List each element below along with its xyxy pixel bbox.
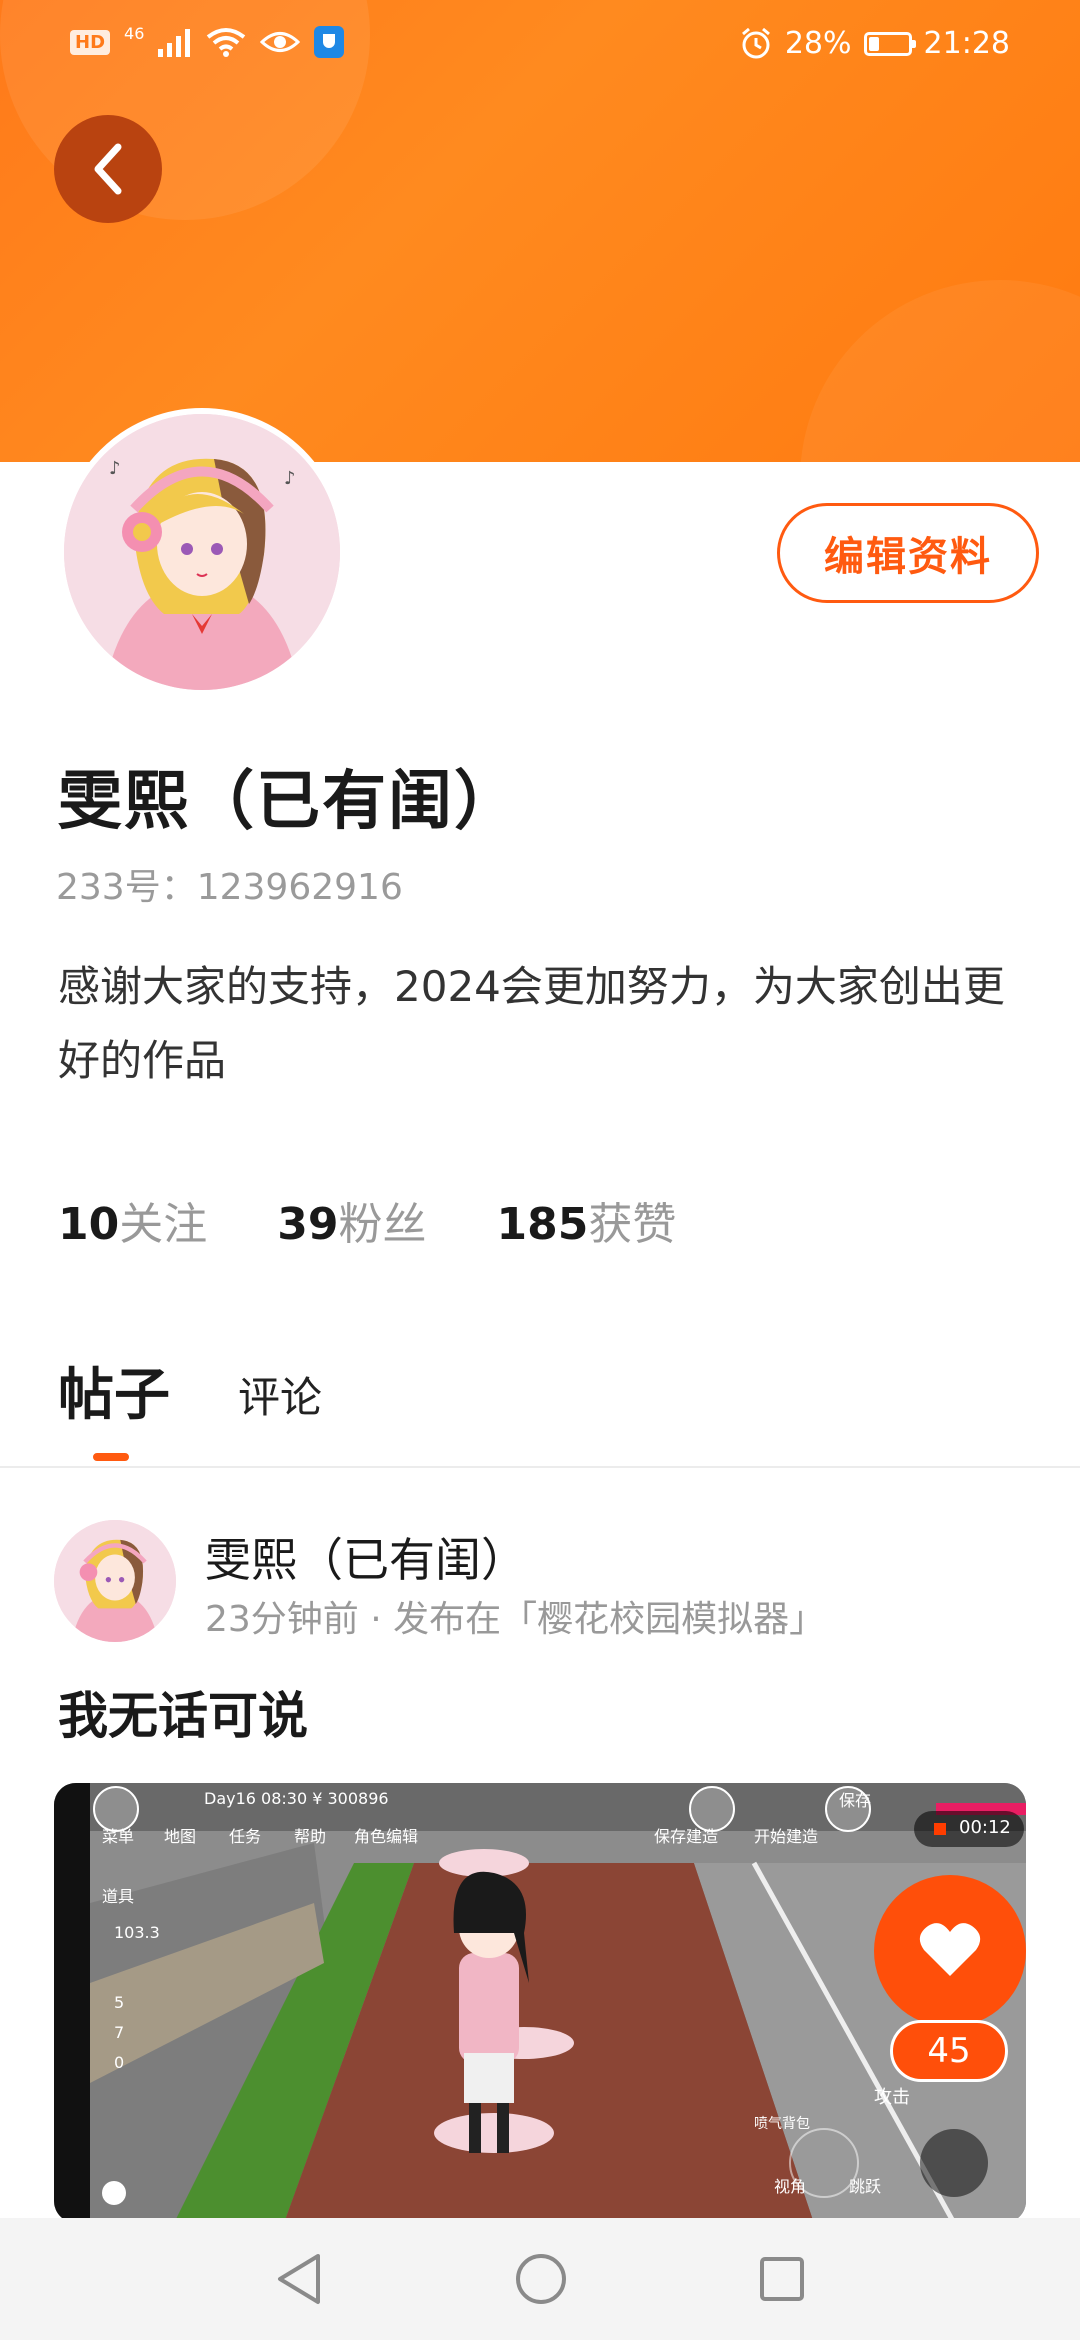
heart-icon xyxy=(919,1923,981,1976)
game-save-label: 保存 xyxy=(839,1791,872,1810)
stat-followers[interactable]: 39粉丝 xyxy=(277,1188,426,1252)
tab-posts[interactable]: 帖子 xyxy=(58,1350,170,1431)
back-button[interactable] xyxy=(54,115,162,223)
battery-percent: 28% xyxy=(784,26,852,61)
game-items-label: 道具 xyxy=(102,1887,135,1906)
game-stat-friends: 7 xyxy=(114,2023,125,2042)
tabs-divider xyxy=(0,1466,1080,1468)
anime-girl-avatar-image xyxy=(54,1520,176,1642)
post-video-thumbnail[interactable]: Day16 08:30 ¥ 300896 菜单 地图 任务 帮助 角色编辑 道具… xyxy=(54,1783,1026,2223)
signal-icon xyxy=(158,29,191,57)
anime-girl-avatar-image: ♪ ♪ xyxy=(64,414,340,690)
battery-icon xyxy=(863,31,916,56)
like-button[interactable] xyxy=(874,1875,1026,2027)
profile-tabs: 帖子 评论 xyxy=(58,1350,322,1431)
edit-profile-button[interactable]: 编辑资料 xyxy=(777,503,1039,603)
game-view-label: 视角 xyxy=(774,2177,807,2196)
chevron-left-icon xyxy=(94,143,122,195)
game-day-readout: Day16 08:30 ¥ 300896 xyxy=(204,1789,389,1808)
profile-bio: 感谢大家的支持，2024会更加努力，为大家创出更好的作品 xyxy=(58,962,1005,1085)
system-navigation-bar xyxy=(0,2218,1080,2340)
game-stat-hearts: 5 xyxy=(114,1993,125,2012)
svg-text:♪: ♪ xyxy=(109,458,121,479)
game-help-label: 帮助 xyxy=(294,1827,327,1846)
game-screenshot-image xyxy=(54,1783,1026,2223)
shield-icon xyxy=(314,26,345,58)
status-bar: HD 46 28% 21:28 xyxy=(0,0,1080,90)
clock: 21:28 xyxy=(923,26,1010,61)
avatar[interactable]: ♪ ♪ xyxy=(58,408,346,696)
game-stat-mood: 0 xyxy=(114,2053,125,2072)
hd-icon: HD xyxy=(70,29,111,55)
eye-icon xyxy=(260,32,301,52)
post-meta[interactable]: 23分钟前 · 发布在「樱花校园模拟器」 xyxy=(205,1590,825,1642)
recents-square-icon[interactable] xyxy=(758,2255,806,2303)
profile-nickname: 雯熙（已有闺） xyxy=(58,765,520,839)
game-task-label: 任务 xyxy=(229,1827,262,1846)
game-jump-label: 跳跃 xyxy=(849,2177,882,2196)
network-type: 46 xyxy=(124,24,145,43)
game-jetpack-label: 喷气背包 xyxy=(754,2116,810,2132)
wifi-icon xyxy=(207,28,246,57)
post-author-name[interactable]: 雯熙（已有闺） xyxy=(205,1524,527,1590)
alarm-icon xyxy=(741,27,770,58)
game-money: 103.3 xyxy=(114,1923,160,1942)
post-text[interactable]: 我无话可说 xyxy=(58,1676,308,1748)
game-attack-label: 攻击 xyxy=(874,2087,910,2108)
recording-timer: 00:12 xyxy=(959,1817,1011,1838)
home-circle-icon[interactable] xyxy=(514,2252,568,2306)
like-count: 45 xyxy=(890,2020,1008,2082)
game-start-build-label: 开始建造 xyxy=(754,1827,819,1846)
stat-following[interactable]: 10关注 xyxy=(58,1188,207,1252)
svg-text:♪: ♪ xyxy=(284,468,296,489)
game-menu-label: 菜单 xyxy=(102,1827,135,1846)
tab-comments[interactable]: 评论 xyxy=(238,1364,322,1431)
stat-likes[interactable]: 185获赞 xyxy=(496,1188,676,1252)
active-tab-indicator xyxy=(93,1453,129,1461)
user-id: 233号：123962916 xyxy=(56,867,403,908)
game-role-edit-label: 角色编辑 xyxy=(354,1827,419,1846)
back-triangle-icon[interactable] xyxy=(274,2252,324,2306)
profile-stats: 10关注 39粉丝 185获赞 xyxy=(58,1188,676,1252)
game-map-label: 地图 xyxy=(164,1827,197,1846)
post-author-avatar[interactable] xyxy=(54,1520,176,1642)
game-save-build-label: 保存建造 xyxy=(654,1827,719,1846)
